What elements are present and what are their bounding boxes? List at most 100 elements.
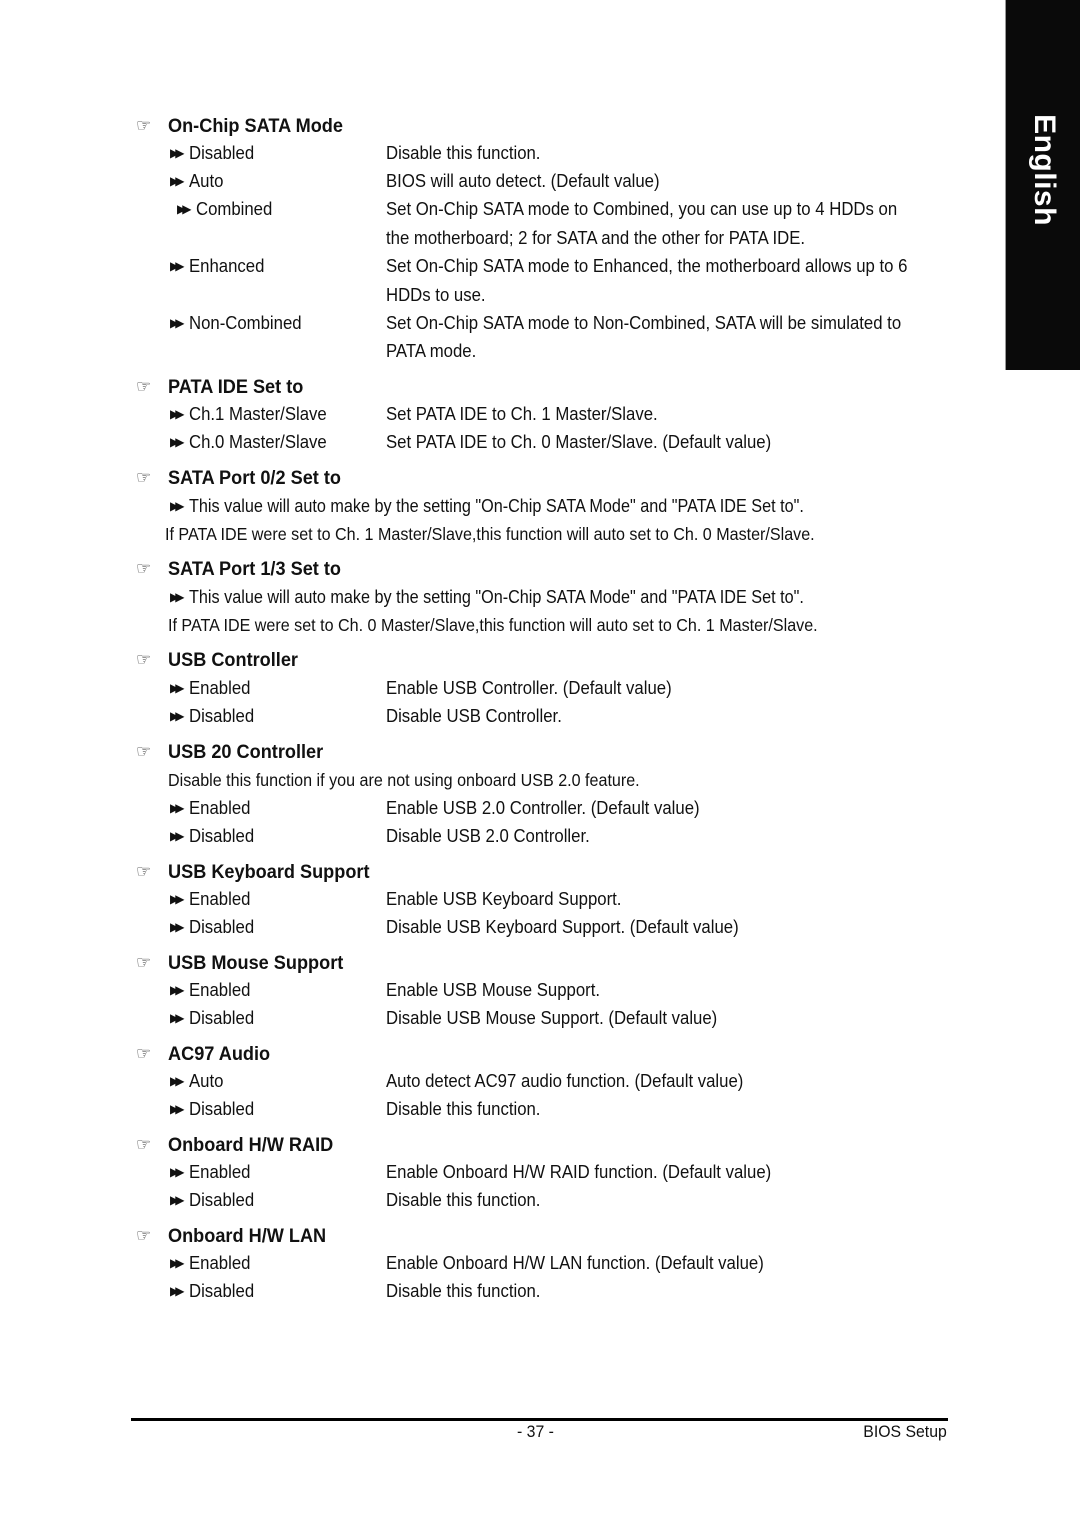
section-title: USB Keyboard Support	[168, 860, 370, 883]
pointing-hand-icon: ☞	[136, 468, 152, 487]
option-name: Ch.0 Master/Slave	[189, 432, 327, 452]
double-arrow-icon: ▶▶	[170, 146, 185, 160]
section-heading: ☞ PATA IDE Set to	[136, 374, 303, 400]
option-desc: HDDs to use.	[386, 285, 486, 305]
option-desc: Disable USB Mouse Support. (Default valu…	[386, 1008, 718, 1028]
option-desc: Disable this function.	[386, 1281, 541, 1301]
section-intro: Disable this function if you are not usi…	[168, 770, 640, 790]
option-name: Combined	[196, 199, 273, 219]
option-desc: Enable USB 2.0 Controller. (Default valu…	[386, 798, 700, 818]
option-desc: Set On-Chip SATA mode to Enhanced, the m…	[386, 256, 908, 276]
option-name: Auto	[189, 1071, 224, 1091]
option-desc: Enable USB Controller. (Default value)	[386, 678, 672, 698]
double-arrow-icon: ▶▶	[170, 1102, 185, 1116]
option-desc: Set PATA IDE to Ch. 0 Master/Slave. (Def…	[386, 432, 772, 452]
option-desc: Enable Onboard H/W LAN function. (Defaul…	[386, 1253, 764, 1273]
double-arrow-icon: ▶▶	[170, 892, 185, 906]
section-heading: ☞ USB Controller	[136, 647, 298, 673]
option-name: Enabled	[189, 889, 251, 909]
option-name: Enabled	[189, 980, 251, 1000]
section-heading: ☞ Onboard H/W RAID	[136, 1132, 333, 1158]
double-arrow-icon: ▶▶	[170, 1193, 185, 1207]
page-number: - 37 -	[517, 1422, 554, 1441]
pointing-hand-icon: ☞	[136, 559, 152, 578]
option-desc: Set On-Chip SATA mode to Non-Combined, S…	[386, 313, 902, 333]
double-arrow-icon: ▶▶	[170, 983, 185, 997]
section-title: USB Controller	[168, 648, 298, 671]
section-heading: ☞ SATA Port 1/3 Set to	[136, 556, 341, 582]
pointing-hand-icon: ☞	[136, 953, 152, 972]
option-desc: Enable USB Mouse Support.	[386, 980, 601, 1000]
double-arrow-icon: ▶▶	[170, 709, 185, 723]
double-arrow-icon: ▶▶	[170, 920, 185, 934]
section-heading: ☞ AC97 Audio	[136, 1041, 270, 1067]
option-desc: Disable this function.	[386, 1099, 541, 1119]
double-arrow-icon: ▶▶	[170, 259, 185, 273]
section-title: USB Mouse Support	[168, 951, 344, 974]
option-name: Disabled	[189, 1008, 255, 1028]
option-desc: Disable USB 2.0 Controller.	[386, 826, 590, 846]
section-title: SATA Port 1/3 Set to	[168, 557, 341, 580]
option-name: Ch.1 Master/Slave	[189, 404, 327, 424]
option-name: Disabled	[189, 1190, 255, 1210]
pointing-hand-icon: ☞	[136, 862, 152, 881]
option-name: Non-Combined	[189, 313, 302, 333]
option-name: Enabled	[189, 1162, 251, 1182]
double-arrow-icon: ▶▶	[170, 1256, 185, 1270]
option-desc: PATA mode.	[386, 341, 477, 361]
note-text: If PATA IDE were set to Ch. 0 Master/Sla…	[168, 615, 818, 635]
option-name: Auto	[189, 171, 224, 191]
option-desc: Set On-Chip SATA mode to Combined, you c…	[386, 199, 898, 219]
pointing-hand-icon: ☞	[136, 377, 152, 396]
option-desc: Disable USB Keyboard Support. (Default v…	[386, 917, 739, 937]
note-text: This value will auto make by the setting…	[189, 496, 804, 516]
section-title: AC97 Audio	[168, 1042, 271, 1065]
section-title: On-Chip SATA Mode	[168, 114, 343, 137]
double-arrow-icon: ▶▶	[170, 829, 185, 843]
section-heading: ☞ On-Chip SATA Mode	[136, 113, 343, 139]
double-arrow-icon: ▶▶	[170, 316, 185, 330]
double-arrow-icon: ▶▶	[170, 407, 185, 421]
option-desc: Set PATA IDE to Ch. 1 Master/Slave.	[386, 404, 658, 424]
pointing-hand-icon: ☞	[136, 650, 152, 669]
option-name: Disabled	[189, 143, 255, 163]
section-title: USB 20 Controller	[168, 740, 324, 763]
footer-title: BIOS Setup	[863, 1422, 947, 1441]
double-arrow-icon: ▶▶	[170, 1074, 185, 1088]
option-desc: Enable Onboard H/W RAID function. (Defau…	[386, 1162, 772, 1182]
pointing-hand-icon: ☞	[136, 742, 152, 761]
language-tab-label: English	[1027, 114, 1061, 226]
option-desc: Disable this function.	[386, 1190, 541, 1210]
note-text: If PATA IDE were set to Ch. 1 Master/Sla…	[165, 524, 815, 544]
option-name: Disabled	[189, 917, 255, 937]
pointing-hand-icon: ☞	[136, 1044, 152, 1063]
section-heading: ☞ USB Mouse Support	[136, 950, 343, 976]
option-desc: the motherboard; 2 for SATA and the othe…	[386, 228, 806, 248]
option-name: Enhanced	[189, 256, 265, 276]
double-arrow-icon: ▶▶	[170, 1165, 185, 1179]
option-desc: BIOS will auto detect. (Default value)	[386, 171, 660, 191]
footer-divider	[131, 1418, 948, 1421]
pointing-hand-icon: ☞	[136, 1135, 152, 1154]
option-desc: Disable USB Controller.	[386, 706, 562, 726]
option-name: Disabled	[189, 1281, 255, 1301]
option-desc: Enable USB Keyboard Support.	[386, 889, 622, 909]
double-arrow-icon: ▶▶	[170, 435, 185, 449]
option-name: Enabled	[189, 678, 251, 698]
section-heading: ☞ USB Keyboard Support	[136, 859, 370, 885]
double-arrow-icon: ▶▶	[170, 499, 185, 513]
double-arrow-icon: ▶▶	[170, 174, 185, 188]
option-name: Disabled	[189, 706, 255, 726]
double-arrow-icon: ▶▶	[170, 681, 185, 695]
pointing-hand-icon: ☞	[136, 1226, 152, 1245]
option-name: Disabled	[189, 1099, 255, 1119]
note-text: This value will auto make by the setting…	[189, 587, 804, 607]
section-heading: ☞ Onboard H/W LAN	[136, 1223, 326, 1249]
option-name: Enabled	[189, 798, 251, 818]
double-arrow-icon: ▶▶	[170, 1284, 185, 1298]
section-heading: ☞ USB 20 Controller	[136, 739, 323, 765]
language-tab: English	[1005, 0, 1080, 370]
section-heading: ☞ SATA Port 0/2 Set to	[136, 465, 341, 491]
section-title: PATA IDE Set to	[168, 375, 304, 398]
option-name: Enabled	[189, 1253, 251, 1273]
